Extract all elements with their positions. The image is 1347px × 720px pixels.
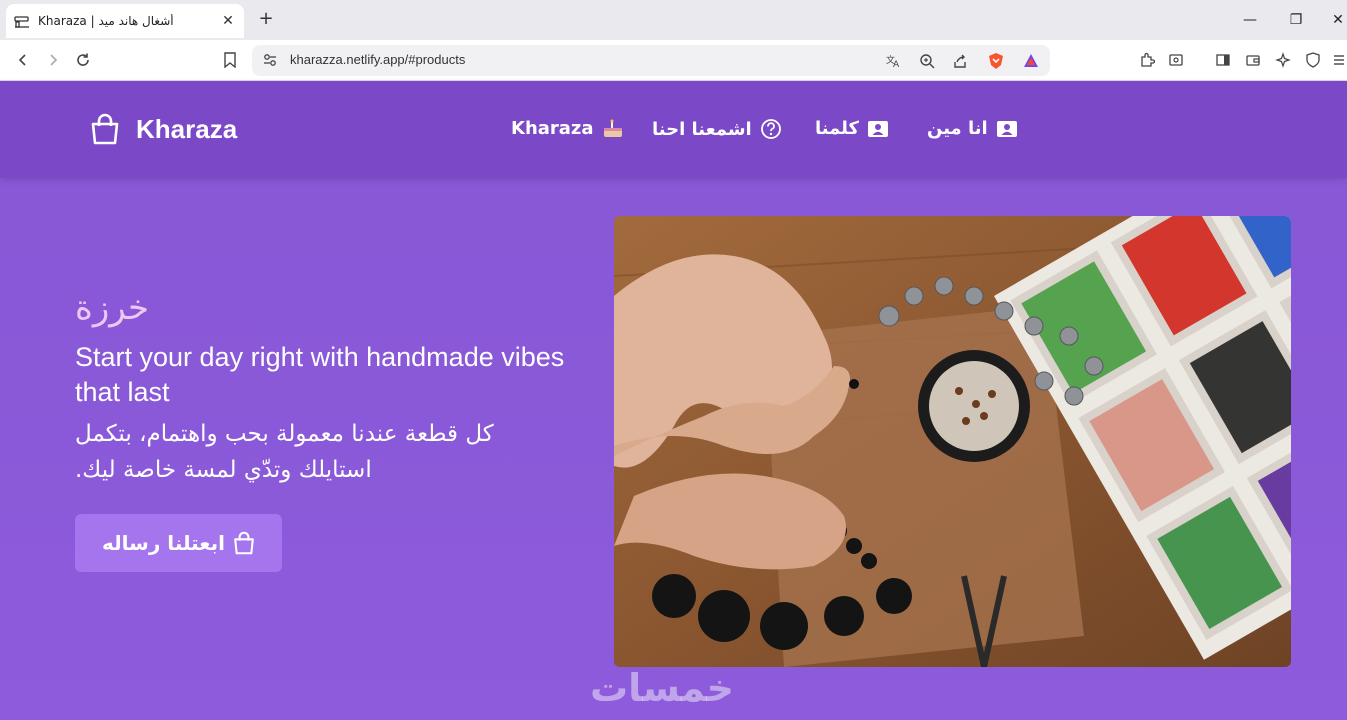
browser-tab[interactable]: Kharaza | أشغال هاند ميد ✕ xyxy=(6,4,244,38)
nav-link-label: Kharaza xyxy=(511,118,594,139)
site-settings-icon[interactable] xyxy=(262,52,278,72)
cake-emoji-icon xyxy=(602,119,624,139)
nav-link-why-us[interactable]: اشمعنا احنا xyxy=(652,118,782,140)
shopping-bag-icon xyxy=(233,531,255,555)
question-circle-icon xyxy=(760,118,782,140)
address-bar[interactable]: kharazza.netlify.app/#products 文A xyxy=(252,45,1050,76)
browser-toolbar: kharazza.netlify.app/#products 文A xyxy=(0,40,1347,81)
reader-icon[interactable] xyxy=(1165,49,1187,71)
hero-english-tagline: Start your day right with handmade vibes… xyxy=(75,342,565,407)
translate-icon[interactable]: 文A xyxy=(882,50,904,72)
nav-link-label: اشمعنا احنا xyxy=(652,118,752,140)
brand-logo[interactable]: Kharaza xyxy=(90,113,237,145)
shopping-bag-icon xyxy=(91,113,119,145)
vpn-shield-icon[interactable] xyxy=(1302,49,1324,71)
khamsat-watermark: خمسات xyxy=(590,666,734,710)
site-navbar: Kharaza Kharaza اشمعنا احنا كلمنا انا مي… xyxy=(0,81,1347,178)
hero-arabic-title: خرزة xyxy=(75,288,150,328)
window-close-icon[interactable]: ✕ xyxy=(1328,10,1347,30)
nav-link-label: انا مين xyxy=(927,118,988,139)
nav-link-label: كلمنا xyxy=(815,118,859,139)
browser-tab-bar: Kharaza | أشغال هاند ميد ✕ + — ❐ ✕ xyxy=(0,0,1347,40)
back-icon[interactable] xyxy=(12,49,34,71)
minimize-icon[interactable]: — xyxy=(1240,10,1260,30)
contact-card-icon xyxy=(996,120,1018,138)
close-tab-icon[interactable]: ✕ xyxy=(220,13,236,29)
hero-text-block: خرزة Start your day right with handmade … xyxy=(75,286,605,488)
url-text: kharazza.netlify.app/#products xyxy=(290,52,466,67)
contact-card-icon xyxy=(867,120,889,138)
forward-icon[interactable] xyxy=(42,49,64,71)
sewing-machine-icon xyxy=(14,13,30,29)
brand-name: Kharaza xyxy=(136,113,238,144)
nav-link-contact[interactable]: كلمنا xyxy=(815,118,889,139)
brave-rewards-icon[interactable] xyxy=(1020,50,1042,72)
reload-icon[interactable] xyxy=(72,49,94,71)
page-content: Kharaza Kharaza اشمعنا احنا كلمنا انا مي… xyxy=(0,81,1347,720)
new-tab-button[interactable]: + xyxy=(256,9,276,29)
svg-text:A: A xyxy=(893,60,900,69)
restore-icon[interactable]: ❐ xyxy=(1286,10,1306,30)
bookmark-icon[interactable] xyxy=(219,49,241,71)
nav-link-about[interactable]: انا مين xyxy=(927,118,1018,139)
zoom-icon[interactable] xyxy=(916,50,938,72)
leo-ai-icon[interactable] xyxy=(1272,49,1294,71)
hero-arabic-description: كل قطعة عندنا معمولة بحب واهتمام، بتكمل … xyxy=(75,421,494,483)
nav-link-kharaza[interactable]: Kharaza xyxy=(511,118,624,139)
handmade-beads-photo xyxy=(614,216,1291,667)
send-message-button[interactable]: ابعتلنا رساله xyxy=(75,514,282,572)
share-icon[interactable] xyxy=(949,50,971,72)
extensions-icon[interactable] xyxy=(1136,49,1158,71)
cta-label: ابعتلنا رساله xyxy=(102,531,225,555)
wallet-icon[interactable] xyxy=(1242,49,1264,71)
brave-shield-icon[interactable] xyxy=(985,50,1007,72)
menu-icon[interactable] xyxy=(1328,49,1347,71)
sidebar-icon[interactable] xyxy=(1212,49,1234,71)
tab-title: Kharaza | أشغال هاند ميد xyxy=(38,14,174,28)
